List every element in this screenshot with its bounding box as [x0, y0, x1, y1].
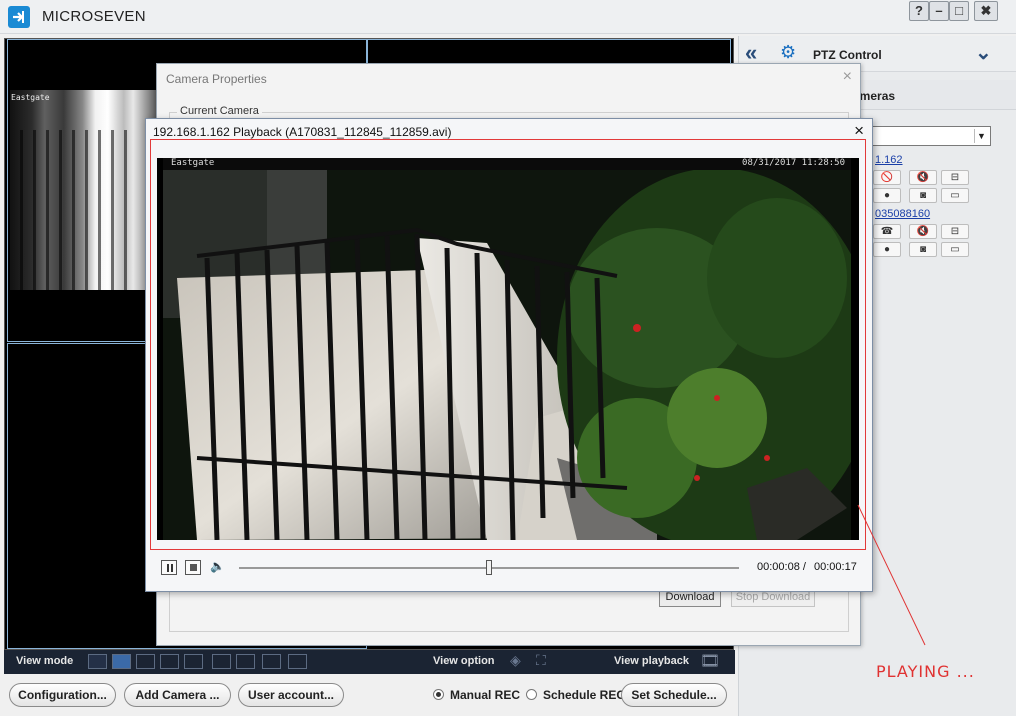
pause-icon [167, 564, 169, 572]
playback-title: 192.168.1.162 Playback (A170831_112845_1… [153, 125, 452, 139]
volume-icon[interactable]: 🔈 [210, 559, 225, 573]
view-playback-label: View playback [614, 655, 690, 667]
camera-link-2[interactable]: 035088160 [875, 208, 930, 220]
app-logo-icon [8, 6, 30, 28]
network-icon[interactable]: ⊟ [941, 170, 969, 185]
stop-icon [190, 564, 197, 571]
speaker-muted-icon[interactable]: 🔇 [909, 170, 937, 185]
help-button[interactable]: ? [909, 1, 929, 21]
manual-rec-radio[interactable] [433, 689, 444, 700]
camera-feed-gate-overlay [10, 130, 130, 290]
set-schedule-button[interactable]: Set Schedule... [621, 683, 727, 707]
layout-2x2-icon[interactable] [112, 654, 131, 669]
pause-icon-bar [171, 564, 173, 572]
time-total: 00:00:17 [814, 561, 857, 573]
progress-slider-thumb[interactable] [486, 560, 492, 575]
camera-feed-label: Eastgate [11, 93, 50, 102]
layout-1plus5-icon[interactable] [136, 654, 155, 669]
layers-icon[interactable]: ◈ [510, 652, 521, 669]
fullscreen-icon[interactable]: ⛶ [536, 652, 546, 669]
gear-icon: ⚙ [780, 42, 797, 62]
current-camera-label: Current Camera [177, 105, 262, 117]
close-button[interactable]: ✖ [974, 1, 998, 21]
layout-5x5-icon[interactable] [288, 654, 307, 669]
playback-video[interactable]: Eastgate 08/31/2017 11:28:50 [157, 158, 859, 540]
chevron-down-icon[interactable]: ▼ [974, 129, 988, 143]
speaker-muted-icon[interactable]: 🔇 [909, 224, 937, 239]
stream-bar-icon[interactable]: ▭ [941, 188, 969, 203]
app-title: MICROSEVEN [42, 8, 146, 25]
user-account-button[interactable]: User account... [238, 683, 344, 707]
manual-rec-label: Manual REC [450, 688, 521, 702]
title-bar: MICROSEVEN ? – □ ✖ [0, 0, 1016, 34]
camera-link-1[interactable]: 1.162 [875, 154, 903, 166]
layout-3x3-icon[interactable] [160, 654, 179, 669]
camera-snapshot-icon[interactable]: ◙ [909, 242, 937, 257]
layout-1plus7-icon[interactable] [184, 654, 203, 669]
close-icon[interactable]: × [854, 121, 864, 141]
view-option-label: View option [433, 655, 495, 667]
playback-window: 192.168.1.162 Playback (A170831_112845_1… [145, 118, 873, 592]
view-mode-bar: View mode View option ◈ ⛶ View playback … [4, 650, 735, 674]
film-reel-icon[interactable]: 🎞 [700, 651, 720, 671]
time-current: 00:00:08 / [757, 561, 806, 573]
configuration-button[interactable]: Configuration... [9, 683, 116, 707]
layout-4x4-icon[interactable] [236, 654, 255, 669]
layout-4x3-icon[interactable] [212, 654, 231, 669]
mute-mic-icon[interactable]: 🚫 [873, 170, 901, 185]
schedule-rec-radio[interactable] [526, 689, 537, 700]
stop-button[interactable] [185, 560, 201, 575]
record-icon[interactable]: ● [873, 188, 901, 203]
playback-video-scene [157, 158, 859, 540]
ptz-title: PTZ Control [813, 48, 882, 62]
stream-bar-icon[interactable]: ▭ [941, 242, 969, 257]
mic-icon[interactable]: ☎ [873, 224, 901, 239]
double-chevron-down-icon[interactable]: ⌄ [975, 40, 992, 65]
dialog-title: Camera Properties [166, 72, 267, 86]
record-icon[interactable]: ● [873, 242, 901, 257]
pause-button[interactable] [161, 560, 177, 575]
layout-1x1-icon[interactable] [88, 654, 107, 669]
add-camera-button[interactable]: Add Camera ... [124, 683, 231, 707]
camera-select[interactable]: ▼ [859, 126, 991, 146]
network-icon[interactable]: ⊟ [941, 224, 969, 239]
maximize-button[interactable]: □ [949, 1, 969, 21]
camera-snapshot-icon[interactable]: ◙ [909, 188, 937, 203]
playing-annotation: PLAYING ... [876, 662, 975, 681]
video-timestamp: 08/31/2017 11:28:50 [742, 158, 845, 168]
view-mode-label: View mode [16, 655, 74, 667]
schedule-rec-label: Schedule REC [543, 688, 626, 702]
video-camera-label: Eastgate [171, 158, 215, 168]
layout-5x4-icon[interactable] [262, 654, 281, 669]
minimize-button[interactable]: – [929, 1, 949, 21]
close-icon[interactable]: × [843, 68, 852, 86]
playback-video-frame: Eastgate 08/31/2017 11:28:50 [150, 139, 866, 550]
